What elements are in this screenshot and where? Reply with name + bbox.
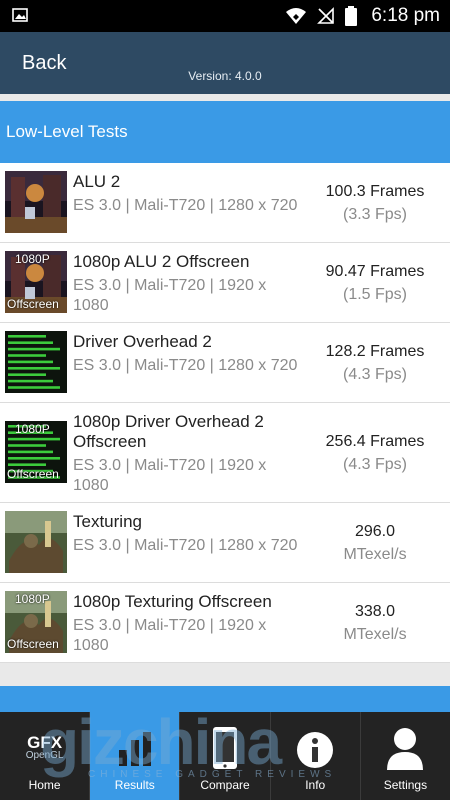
tab-label: Compare [200, 778, 250, 792]
test-row-texturing[interactable]: Texturing ES 3.0 | Mali-T720 | 1280 x 72… [0, 503, 450, 583]
test-value: 90.47 Frames [325, 263, 425, 280]
test-value: 256.4 Frames [325, 433, 425, 450]
test-title: 1080p Driver Overhead 2 Offscreen [73, 412, 264, 451]
driver-thumbnail [5, 331, 67, 393]
version-label: Version: 4.0.0 [188, 69, 262, 83]
alu-thumbnail [5, 171, 67, 233]
resolution-tag: 1080P [15, 422, 50, 436]
resolution-tag: 1080P [15, 252, 50, 266]
test-row-alu2-offscreen[interactable]: 1080P Offscreen 1080p ALU 2 Offscreen ES … [0, 243, 450, 323]
info-icon [297, 732, 334, 768]
test-unit: (4.3 Fps) [342, 366, 407, 383]
tab-results[interactable]: Results [90, 712, 181, 800]
test-row-texturing-offscreen[interactable]: 1080P Offscreen 1080p Texturing Offscreen… [0, 583, 450, 663]
test-title: 1080p ALU 2 Offscreen [73, 252, 250, 271]
status-bar: 6:18 pm [0, 0, 450, 32]
test-unit: MTexel/s [343, 546, 407, 563]
user-icon [387, 728, 424, 770]
section-title: Low-Level Tests [6, 122, 128, 141]
tab-label: Settings [383, 778, 428, 792]
test-subtitle: ES 3.0 | Mali-T720 | 1280 x 720 [73, 537, 298, 554]
test-title: 1080p Texturing Offscreen [73, 592, 272, 611]
wifi-icon [286, 8, 307, 24]
test-value: 128.2 Frames [325, 343, 425, 360]
logo-opengl: OpenGL [25, 750, 64, 761]
test-unit: (4.3 Fps) [342, 456, 407, 473]
test-title: ALU 2 [73, 172, 121, 191]
tab-info[interactable]: Info [270, 712, 361, 800]
tab-compare[interactable]: Compare [180, 712, 271, 800]
next-section-header [0, 686, 450, 712]
offscreen-tag: Offscreen [7, 297, 59, 311]
battery-icon [345, 6, 358, 26]
test-unit: (3.3 Fps) [342, 206, 407, 223]
test-subtitle: ES 3.0 | Mali-T720 | 1920 x 1080 [73, 617, 267, 654]
test-row-alu2[interactable]: ALU 2 ES 3.0 | Mali-T720 | 1280 x 720 10… [0, 163, 450, 243]
offscreen-tag: Offscreen [7, 637, 59, 651]
section-header: Low-Level Tests [0, 101, 450, 163]
tab-home[interactable]: GFX OpenGL Home [0, 712, 91, 800]
tab-settings[interactable]: Settings [360, 712, 450, 800]
test-subtitle: ES 3.0 | Mali-T720 | 1920 x 1080 [73, 277, 267, 314]
tab-label: Info [305, 778, 326, 792]
texture-offscreen-thumbnail: 1080P Offscreen [5, 591, 67, 653]
test-value: 296.0 [354, 523, 396, 540]
test-value: 100.3 Frames [325, 183, 425, 200]
resolution-tag: 1080P [15, 592, 50, 606]
test-unit: (1.5 Fps) [342, 286, 407, 303]
test-subtitle: ES 3.0 | Mali-T720 | 1920 x 1080 [73, 457, 267, 494]
test-subtitle: ES 3.0 | Mali-T720 | 1280 x 720 [73, 197, 298, 214]
test-row-driver-overhead[interactable]: Driver Overhead 2 ES 3.0 | Mali-T720 | 1… [0, 323, 450, 403]
no-signal-icon [317, 7, 335, 24]
test-title: Texturing [73, 512, 142, 531]
bottom-nav: GFX OpenGL Home Results Compare Info Set… [0, 712, 450, 800]
texture-thumbnail [5, 511, 67, 573]
app-header: Back Version: 4.0.0 [0, 32, 450, 94]
bar-chart-icon [118, 732, 151, 766]
test-title: Driver Overhead 2 [73, 332, 212, 351]
phone-icon [213, 727, 237, 769]
logo-gfx: GFX [27, 733, 63, 752]
offscreen-tag: Offscreen [7, 467, 59, 481]
alu-offscreen-thumbnail: 1080P Offscreen [5, 251, 67, 313]
tab-label: Results [114, 778, 155, 792]
clock: 6:18 pm [371, 5, 440, 26]
test-subtitle: ES 3.0 | Mali-T720 | 1280 x 720 [73, 357, 298, 374]
test-row-driver-overhead-offscreen[interactable]: 1080P Offscreen 1080p Driver Overhead 2 O… [0, 403, 450, 503]
gallery-icon [12, 8, 28, 22]
test-unit: MTexel/s [343, 626, 407, 643]
driver-offscreen-thumbnail: 1080P Offscreen [5, 421, 67, 483]
test-value: 338.0 [354, 603, 396, 620]
gfx-logo-icon: GFX OpenGL [15, 734, 75, 761]
results-list: ALU 2 ES 3.0 | Mali-T720 | 1280 x 720 10… [0, 163, 450, 663]
tab-label: Home [28, 778, 61, 792]
